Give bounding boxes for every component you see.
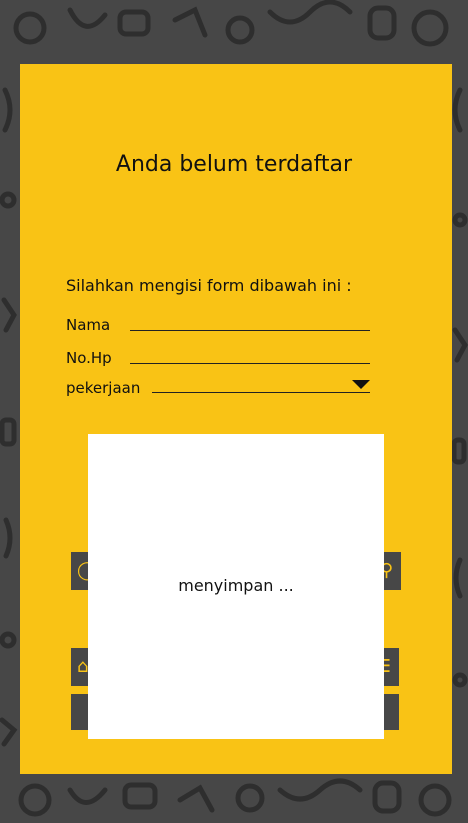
page-title: Anda belum terdaftar (115, 152, 353, 177)
occupation-select[interactable] (152, 376, 370, 392)
name-label: Nama (66, 316, 111, 334)
phone-input[interactable] (130, 345, 370, 363)
occupation-label: pekerjaan (66, 379, 141, 397)
name-input[interactable] (130, 312, 370, 330)
chevron-down-icon[interactable] (352, 380, 370, 389)
occupation-underline (152, 392, 370, 393)
phone-underline (130, 363, 370, 364)
form-instruction: Silahkan mengisi form dibawah ini : (66, 276, 352, 295)
home-icon: ⌂ (77, 656, 89, 677)
phone-label: No.Hp (66, 349, 112, 367)
name-underline (130, 330, 370, 331)
saving-message: menyimpan ... (178, 576, 294, 595)
